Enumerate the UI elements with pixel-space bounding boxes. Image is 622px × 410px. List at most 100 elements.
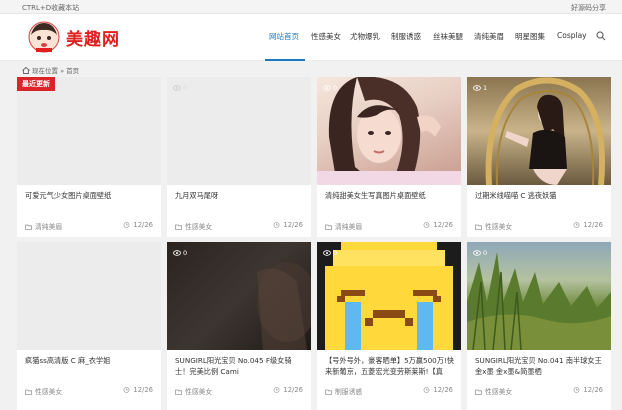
post-category[interactable]: 性感美女 bbox=[175, 221, 212, 231]
post-date-label: 12/26 bbox=[133, 386, 153, 394]
nav-sexy[interactable]: 性感美女 bbox=[311, 31, 341, 42]
post-views: 0 bbox=[323, 84, 337, 92]
post-card[interactable]: 0 清纯甜美女生写真图片桌面壁纸 清纯美眉 12/26 bbox=[317, 77, 461, 237]
post-category-label: 性感美女 bbox=[35, 388, 63, 396]
post-date: 12/26 bbox=[273, 386, 303, 394]
post-views: 0 bbox=[323, 249, 337, 257]
post-date: 12/26 bbox=[123, 221, 153, 229]
folder-icon bbox=[25, 389, 32, 395]
eye-icon bbox=[323, 250, 331, 256]
nav-home[interactable]: 网站首页 bbox=[269, 31, 299, 42]
post-thumbnail[interactable]: 0 bbox=[167, 242, 311, 350]
post-views-count: 0 bbox=[183, 249, 188, 257]
post-category[interactable]: 性感美女 bbox=[175, 386, 212, 396]
post-title[interactable]: 过期米线喵喵 C 逃夜妖猫 bbox=[475, 190, 605, 201]
folder-icon bbox=[475, 224, 482, 230]
post-thumbnail[interactable]: 0 bbox=[167, 77, 311, 185]
top-bar: CTRL+D收藏本站 好源码分享 bbox=[0, 0, 622, 14]
header: 美趣网 网站首页 性感美女 尤物爆乳 制服诱惑 丝袜美腿 清纯美眉 明星图集 C… bbox=[0, 14, 622, 61]
post-category[interactable]: 性感美女 bbox=[475, 386, 512, 396]
post-card[interactable]: 疯猫ss高清版 C 麻_衣学姐 性感美女 12/26 bbox=[17, 242, 161, 410]
eye-icon bbox=[473, 250, 481, 256]
post-thumbnail[interactable] bbox=[17, 242, 161, 350]
post-thumbnail[interactable]: 0 bbox=[317, 77, 461, 185]
post-title[interactable]: SUNGIRL阳光宝贝 No.041 南半球女王金x墨 金x墨&简墨栖 bbox=[475, 355, 605, 377]
post-date-label: 12/26 bbox=[133, 221, 153, 229]
post-thumbnail[interactable]: 0 bbox=[317, 242, 461, 350]
post-views: 0 bbox=[173, 249, 187, 257]
post-date: 12/26 bbox=[273, 221, 303, 229]
post-date: 12/26 bbox=[573, 221, 603, 229]
post-card[interactable]: 0 九月双马尾呀 性感美女 12/26 bbox=[167, 77, 311, 237]
post-views-count: 0 bbox=[333, 84, 338, 92]
crying-emoji-image bbox=[325, 242, 453, 350]
post-card[interactable]: 1 过期米线喵喵 C 逃夜妖猫 性感美女 12/26 bbox=[467, 77, 611, 237]
post-card[interactable]: 0 SUNGIRL阳光宝贝 No.041 南半球女王金x墨 金x墨&简墨栖 性感… bbox=[467, 242, 611, 410]
clock-icon bbox=[123, 222, 130, 228]
eye-icon bbox=[173, 85, 181, 91]
nav-uniform[interactable]: 制服诱惑 bbox=[391, 31, 421, 42]
bookmark-hint[interactable]: CTRL+D收藏本站 bbox=[22, 3, 79, 13]
clock-icon bbox=[123, 387, 130, 393]
grass-field-image bbox=[467, 252, 611, 350]
breadcrumb-home-link[interactable]: 首页 bbox=[66, 67, 79, 75]
eye-icon bbox=[173, 250, 181, 256]
post-card[interactable]: 0 【号外号外，豪客晒单】5万赢500万!快来新葡京，五菱宏光变劳斯莱斯!【真 … bbox=[317, 242, 461, 410]
post-date: 12/26 bbox=[573, 386, 603, 394]
post-thumbnail[interactable] bbox=[17, 77, 161, 185]
nav-pure[interactable]: 清纯美眉 bbox=[474, 31, 504, 42]
breadcrumb-separator: » bbox=[60, 67, 65, 75]
post-category[interactable]: 清纯美眉 bbox=[325, 221, 362, 231]
post-category-label: 制服诱惑 bbox=[335, 388, 363, 396]
nav-curvy[interactable]: 尤物爆乳 bbox=[350, 31, 380, 42]
post-category-label: 性感美女 bbox=[485, 223, 513, 231]
folder-icon bbox=[25, 224, 32, 230]
post-views: 0 bbox=[473, 249, 487, 257]
site-tagline[interactable]: 好源码分享 bbox=[571, 3, 606, 13]
post-views-count: 0 bbox=[183, 84, 188, 92]
post-title[interactable]: 九月双马尾呀 bbox=[175, 190, 305, 201]
clock-icon bbox=[273, 387, 280, 393]
latest-badge: 最近更新 bbox=[17, 77, 55, 91]
logo-mascot-icon bbox=[28, 21, 60, 53]
post-category[interactable]: 性感美女 bbox=[25, 386, 62, 396]
clock-icon bbox=[423, 387, 430, 393]
post-category-label: 清纯美眉 bbox=[35, 223, 63, 231]
portrait-image bbox=[317, 77, 461, 185]
post-title[interactable]: SUNGIRL阳光宝贝 No.045 F级女骑士！完美比例 Cami bbox=[175, 355, 305, 377]
post-views: 0 bbox=[173, 84, 187, 92]
post-thumbnail[interactable]: 1 bbox=[467, 77, 611, 185]
home-icon bbox=[22, 67, 30, 74]
post-title[interactable]: 【号外号外，豪客晒单】5万赢500万!快来新葡京，五菱宏光变劳斯莱斯!【真 bbox=[325, 355, 455, 377]
folder-icon bbox=[475, 389, 482, 395]
post-date-label: 12/26 bbox=[583, 221, 603, 229]
site-logo[interactable]: 美趣网 bbox=[28, 21, 138, 55]
nav-stockings[interactable]: 丝袜美腿 bbox=[433, 31, 463, 42]
post-views-count: 0 bbox=[333, 249, 338, 257]
post-category[interactable]: 性感美女 bbox=[475, 221, 512, 231]
post-title[interactable]: 清纯甜美女生写真图片桌面壁纸 bbox=[325, 190, 455, 201]
breadcrumb: 现在位置 » 首页 bbox=[22, 65, 79, 75]
post-date-label: 12/26 bbox=[433, 386, 453, 394]
post-views: 1 bbox=[473, 84, 487, 92]
post-thumbnail[interactable]: 0 bbox=[467, 242, 611, 350]
post-card[interactable]: 最近更新 可爱元气少女图片桌面壁纸 清纯美眉 12/26 bbox=[17, 77, 161, 237]
post-views-count: 0 bbox=[483, 249, 488, 257]
post-category-label: 清纯美眉 bbox=[335, 223, 363, 231]
clock-icon bbox=[273, 222, 280, 228]
search-icon[interactable] bbox=[596, 31, 606, 41]
post-category[interactable]: 制服诱惑 bbox=[325, 386, 362, 396]
post-date-label: 12/26 bbox=[433, 221, 453, 229]
nav-cosplay[interactable]: Cosplay bbox=[557, 31, 587, 40]
post-title[interactable]: 疯猫ss高清版 C 麻_衣学姐 bbox=[25, 355, 155, 366]
eye-icon bbox=[323, 85, 331, 91]
post-date: 12/26 bbox=[423, 386, 453, 394]
clock-icon bbox=[573, 222, 580, 228]
clock-icon bbox=[423, 222, 430, 228]
folder-icon bbox=[175, 389, 182, 395]
post-card[interactable]: 0 SUNGIRL阳光宝贝 No.045 F级女骑士！完美比例 Cami 性感美… bbox=[167, 242, 311, 410]
clock-icon bbox=[573, 387, 580, 393]
post-title[interactable]: 可爱元气少女图片桌面壁纸 bbox=[25, 190, 155, 201]
nav-celebrity[interactable]: 明星图集 bbox=[515, 31, 545, 42]
post-category[interactable]: 清纯美眉 bbox=[25, 221, 62, 231]
